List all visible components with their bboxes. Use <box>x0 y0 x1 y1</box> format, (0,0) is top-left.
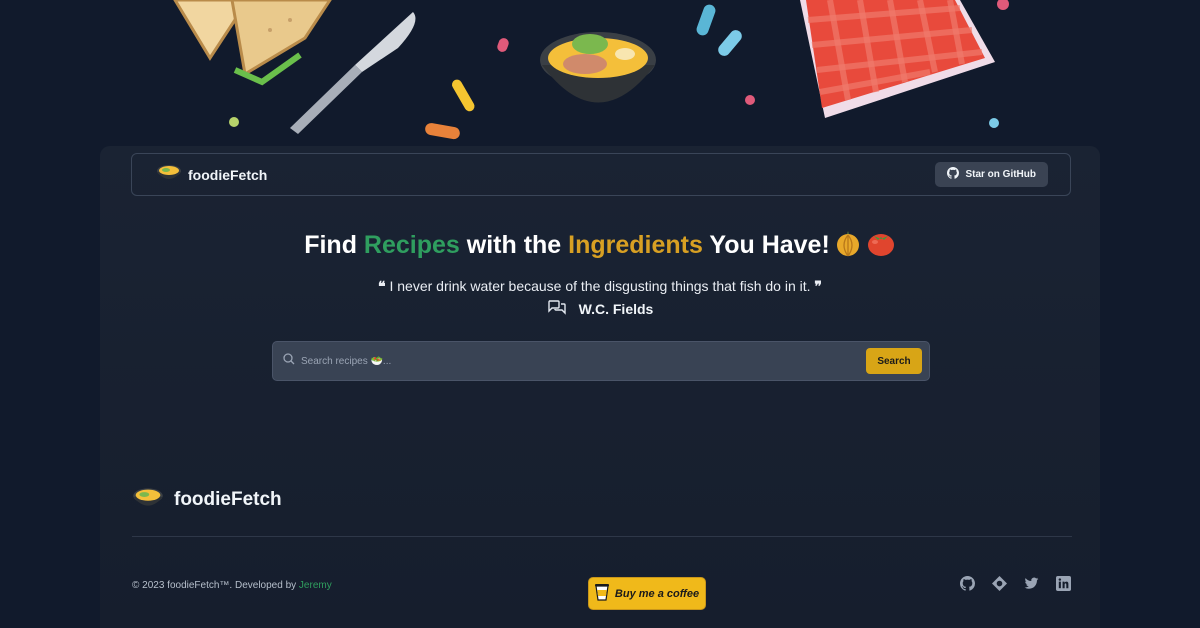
title-part-3: with the <box>459 231 569 259</box>
chat-bubbles-icon <box>547 299 567 318</box>
website-icon[interactable] <box>992 576 1007 591</box>
brand-name: foodieFetch <box>188 166 268 183</box>
twitter-icon[interactable] <box>1024 576 1039 591</box>
coffee-button-label: Buy me a coffee <box>614 587 700 600</box>
footer-brand-name: foodieFetch <box>174 489 282 510</box>
brand-logo-link[interactable]: foodieFetch <box>156 162 267 187</box>
linkedin-icon[interactable] <box>1056 576 1071 591</box>
coffee-cup-icon <box>594 583 609 604</box>
tomato-icon <box>866 229 896 264</box>
close-quote-icon: ❞ <box>814 279 822 295</box>
title-part-5: You Have! <box>702 231 830 259</box>
github-icon <box>947 167 960 182</box>
social-links <box>960 576 1071 591</box>
bowl-logo-icon <box>132 484 164 516</box>
title-ingredients: Ingredients <box>568 231 703 259</box>
tablecloth-illustration <box>800 0 995 118</box>
search-input[interactable] <box>301 355 866 367</box>
copyright-label: © 2023 foodieFetch™. Developed by <box>132 580 299 591</box>
star-on-github-button[interactable]: Star on GitHub <box>935 162 1048 187</box>
developer-link[interactable]: Jeremy <box>299 580 332 591</box>
quote-text: ❝ I never drink water because of the dis… <box>100 278 1100 295</box>
buy-me-a-coffee-button[interactable]: Buy me a coffee <box>588 577 706 610</box>
main-card: foodieFetch Star on GitHub Find Recipes … <box>100 146 1100 628</box>
sandwich-illustration <box>173 0 332 86</box>
navbar: foodieFetch Star on GitHub <box>131 153 1071 196</box>
title-recipes: Recipes <box>363 231 460 259</box>
bowl-illustration <box>540 32 656 103</box>
onion-icon <box>834 229 862 264</box>
footer-divider <box>132 536 1072 537</box>
title-part-1: Find <box>304 231 364 259</box>
search-bar: Search <box>272 341 930 381</box>
bowl-logo-icon <box>156 162 182 187</box>
quote-author: W.C. Fields <box>100 299 1100 318</box>
author-name: W.C. Fields <box>578 300 654 317</box>
github-button-label: Star on GitHub <box>965 169 1036 180</box>
page-title: Find Recipes with the Ingredients You Ha… <box>100 229 1100 264</box>
search-button[interactable]: Search <box>866 348 922 374</box>
open-quote-icon: ❝ <box>378 279 386 295</box>
hero-illustration <box>0 0 1200 150</box>
footer-brand[interactable]: foodieFetch <box>132 484 282 516</box>
github-icon[interactable] <box>960 576 975 591</box>
search-icon <box>283 352 295 370</box>
copyright-text: © 2023 foodieFetch™. Developed by Jeremy <box>132 580 332 591</box>
quote-body: I never drink water because of the disgu… <box>389 278 811 294</box>
